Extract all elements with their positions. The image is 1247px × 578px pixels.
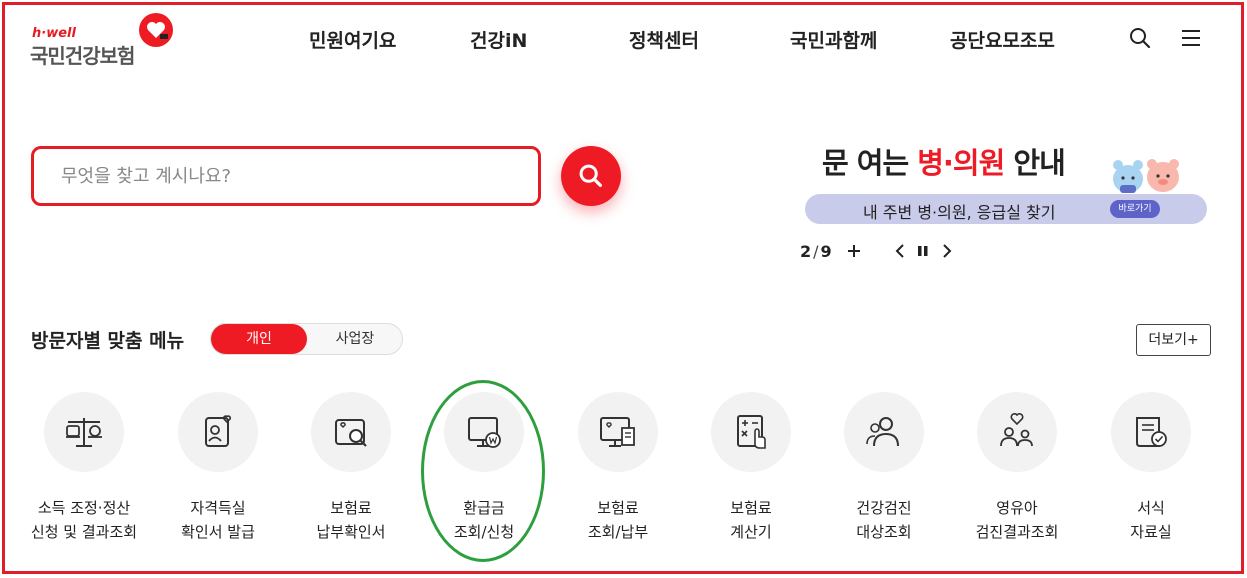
search-field[interactable] [31, 146, 541, 206]
tile-label: 소득 조정·정산 신청 및 결과조회 [14, 496, 154, 544]
tile-icon-circle [311, 392, 391, 472]
tile-label-line1: 영유아 [996, 499, 1038, 517]
nav-item-policy-center[interactable]: 정책센터 [629, 26, 699, 53]
nav-item-about[interactable]: 공단요모조모 [950, 26, 1055, 53]
banner-title-text-end: 안내 [1004, 146, 1065, 180]
banner-pause-icon[interactable] [913, 240, 933, 262]
tile-icon-circle [844, 392, 924, 472]
banner-next-icon[interactable] [937, 240, 957, 262]
tab-personal[interactable]: 개인 [211, 324, 307, 354]
menu-tile-forms-library[interactable]: 서식 자료실 [1081, 392, 1221, 552]
menu-tile-premium-calculator[interactable]: 보험료 계산기 [681, 392, 821, 552]
tile-label-line2: 확인서 발급 [181, 523, 255, 541]
tile-icon-circle [178, 392, 258, 472]
monitor-receipt-icon [600, 417, 635, 447]
tile-label: 보험료 납부확인서 [281, 496, 421, 544]
banner-counter-separator: / [813, 242, 819, 261]
people-search-icon [866, 417, 899, 447]
nav-item-health-in[interactable]: 건강iN [470, 26, 527, 53]
tile-label: 보험료 계산기 [681, 496, 821, 544]
banner-title[interactable]: 문 여는 병·의원 안내 [822, 140, 1066, 182]
mascot-characters-icon [1113, 159, 1179, 193]
tile-label-line1: 서식 [1137, 499, 1165, 517]
family-heart-icon [1000, 413, 1033, 447]
menu-tile-eligibility-certificate[interactable]: 자격득실 확인서 발급 [148, 392, 288, 552]
banner-title-text: 문 여는 [822, 146, 918, 180]
menu-tile-income-adjustment[interactable]: 소득 조정·정산 신청 및 결과조회 [14, 392, 154, 552]
visitor-menu-title: 방문자별 맞춤 메뉴 [31, 330, 185, 352]
search-input[interactable] [61, 165, 538, 187]
menu-tile-premium-payment-certificate[interactable]: 보험료 납부확인서 [281, 392, 421, 552]
tile-label-line2: 대상조회 [856, 523, 912, 541]
tile-label: 보험료 조회/납부 [548, 496, 688, 544]
form-check-icon [1136, 417, 1167, 447]
header-search-icon[interactable] [1128, 26, 1152, 50]
menu-tile-premium-inquiry-payment[interactable]: 보험료 조회/납부 [548, 392, 688, 552]
menu-tile-infant-checkup-results[interactable]: 영유아 검진결과조회 [947, 392, 1087, 552]
banner-counter-total: 9 [820, 242, 832, 261]
tile-label-line2: 납부확인서 [316, 523, 386, 541]
tile-label-line1: 보험료 [597, 499, 639, 517]
tile-label-line2: 검진결과조회 [975, 523, 1059, 541]
banner-pill[interactable]: 내 주변 병·의원, 응급실 찾기 바로가기 [805, 194, 1207, 224]
tile-label-line2: 자료실 [1130, 523, 1172, 541]
tile-label-line1: 보험료 [330, 499, 372, 517]
tile-label-line1: 보험료 [730, 499, 772, 517]
banner-title-accent: 병·의원 [917, 146, 1005, 180]
more-button[interactable]: 더보기+ [1136, 324, 1211, 356]
tile-label: 영유아 검진결과조회 [947, 496, 1087, 544]
main-nav: 민원여기요 건강iN 정책센터 국민과함께 공단요모조모 [0, 26, 1247, 52]
tile-icon-circle [1111, 392, 1191, 472]
calculator-icon [737, 415, 766, 449]
tile-icon-circle [578, 392, 658, 472]
tab-business[interactable]: 사업장 [307, 324, 403, 354]
banner-counter-current: 2 [800, 242, 812, 261]
tile-label-line2: 신청 및 결과조회 [30, 523, 138, 541]
menu-tile-health-checkup-eligibility[interactable]: 건강검진 대상조회 [814, 392, 954, 552]
banner-go-button[interactable]: 바로가기 [1110, 200, 1160, 218]
tile-label-line1: 건강검진 [856, 499, 912, 517]
visitor-type-toggle: 개인 사업장 [210, 323, 403, 355]
scale-icon [66, 418, 102, 447]
tile-label-line1: 소득 조정·정산 [37, 499, 131, 517]
search-button[interactable] [561, 146, 621, 206]
search-icon [579, 164, 602, 187]
tile-label-line1: 자격득실 [190, 499, 246, 517]
tile-label-line2: 계산기 [730, 523, 772, 541]
banner-counter: 2/9 [800, 242, 832, 261]
tile-label: 자격득실 확인서 발급 [148, 496, 288, 544]
banner-pill-text: 내 주변 병·의원, 응급실 찾기 [863, 203, 1056, 222]
tile-label: 서식 자료실 [1081, 496, 1221, 544]
banner-plus-icon[interactable] [844, 240, 864, 262]
hamburger-menu-icon[interactable] [1179, 26, 1203, 50]
id-card-heart-icon [205, 415, 232, 447]
nav-item-civil-service[interactable]: 민원여기요 [309, 26, 396, 53]
tile-icon-circle [44, 392, 124, 472]
document-search-icon [335, 419, 367, 447]
tile-label-line2: 조회/납부 [587, 523, 649, 541]
tile-icon-circle [711, 392, 791, 472]
nav-item-with-citizens[interactable]: 국민과함께 [790, 26, 877, 53]
annotation-highlight-circle [421, 380, 545, 562]
tile-icon-circle [977, 392, 1057, 472]
banner-prev-icon[interactable] [890, 240, 910, 262]
tile-label: 건강검진 대상조회 [814, 496, 954, 544]
